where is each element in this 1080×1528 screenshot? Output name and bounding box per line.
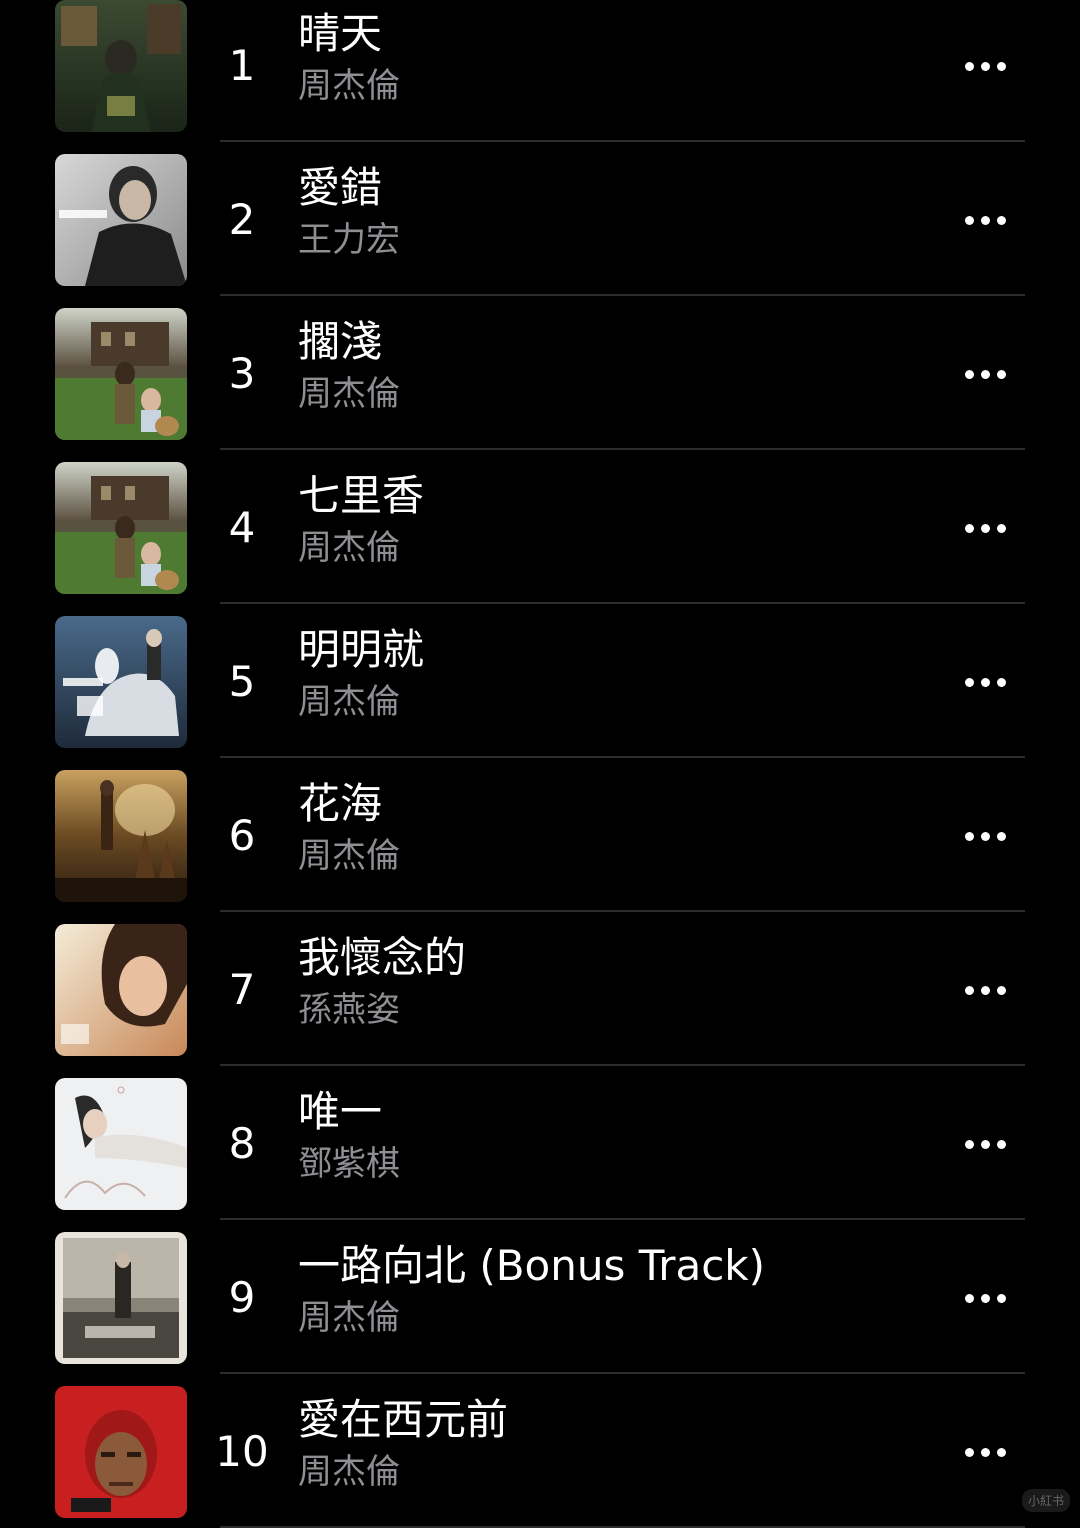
track-artist: 周杰倫 [298,528,400,568]
track-title: 花海 [298,779,383,828]
track-rank: 5 [228,657,256,706]
track-artist: 鄧紫棋 [298,1144,400,1184]
track-rank: 2 [228,195,256,244]
track-row[interactable]: 3 擱淺周杰倫 [0,296,1080,450]
track-title: 明明就 [298,625,425,674]
more-horizontal-icon[interactable] [950,508,1020,548]
track-rank: 6 [228,811,256,860]
track-row[interactable]: 5 明明就周杰倫 [0,604,1080,758]
track-artist: 王力宏 [298,220,400,260]
more-horizontal-icon[interactable] [950,46,1020,86]
track-row[interactable]: 6 花海周杰倫 [0,758,1080,912]
album-artwork [55,1078,187,1210]
more-horizontal-icon[interactable] [950,1124,1020,1164]
track-row[interactable]: 7 我懷念的孫燕姿 [0,912,1080,1066]
track-row[interactable]: 1 晴天周杰倫 [0,0,1080,142]
track-artist: 周杰倫 [298,836,400,876]
more-horizontal-icon[interactable] [950,1432,1020,1472]
track-row[interactable]: 2 愛錯王力宏 [0,142,1080,296]
track-rank: 8 [228,1119,256,1168]
more-horizontal-icon[interactable] [950,200,1020,240]
track-row[interactable]: 8 唯一鄧紫棋 [0,1066,1080,1220]
album-artwork [55,0,187,132]
track-title: 七里香 [298,471,425,520]
track-artist: 周杰倫 [298,1452,400,1492]
track-title: 擱淺 [298,317,383,366]
album-artwork [55,616,187,748]
more-horizontal-icon[interactable] [950,354,1020,394]
track-rank: 4 [228,503,256,552]
album-artwork [55,154,187,286]
track-row[interactable]: 9 一路向北 (Bonus Track) 周杰倫 [0,1220,1080,1374]
track-title: 愛在西元前 [298,1395,509,1444]
track-rank: 3 [228,349,256,398]
track-rank: 9 [228,1273,256,1322]
album-artwork [55,924,187,1056]
track-title: 我懷念的 [298,933,467,982]
track-row[interactable]: 4 七里香周杰倫 [0,450,1080,604]
track-title: 晴天 [298,9,383,58]
track-artist: 周杰倫 [298,66,400,106]
watermark: 小紅书 [1021,1489,1070,1512]
track-artist: 周杰倫 [298,682,400,722]
track-title: 愛錯 [298,163,383,212]
more-horizontal-icon[interactable] [950,662,1020,702]
album-artwork [55,1386,187,1518]
track-artist: 孫燕姿 [298,990,400,1030]
track-artist: 周杰倫 [298,1298,400,1338]
album-artwork [55,1232,187,1364]
track-rank: 1 [228,41,256,90]
album-artwork [55,308,187,440]
album-artwork [55,462,187,594]
track-row[interactable]: 10 愛在西元前周杰倫 [0,1374,1080,1528]
track-list: 1 晴天 周杰倫 2 愛錯 王力宏 3 擱淺 周杰倫 4 七里香 周杰倫 5 明明就 周杰倫 6 花海 周杰倫 7 我… [0,0,1080,1528]
track-title: 一路向北 (Bonus Track) [298,1241,766,1290]
track-rank: 10 [215,1427,269,1476]
more-horizontal-icon[interactable] [950,1278,1020,1318]
track-artist: 周杰倫 [298,374,400,414]
track-rank: 7 [228,965,256,1014]
track-title: 唯一 [298,1087,383,1136]
more-horizontal-icon[interactable] [950,816,1020,856]
more-horizontal-icon[interactable] [950,970,1020,1010]
album-artwork [55,770,187,902]
